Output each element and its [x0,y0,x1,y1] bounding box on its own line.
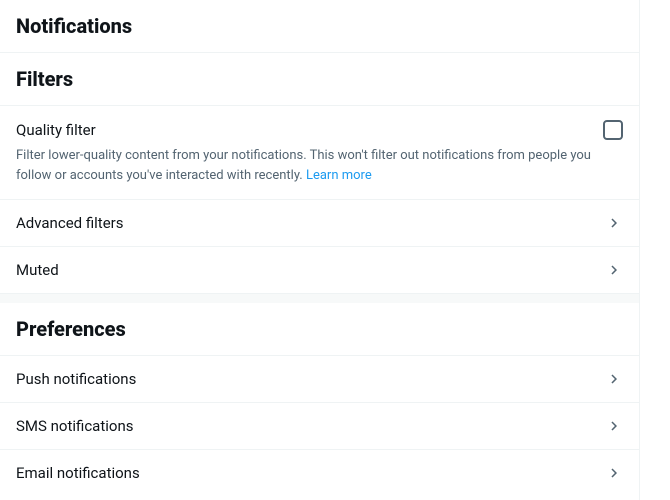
section-gap [0,293,639,303]
quality-filter-checkbox[interactable] [603,120,623,140]
chevron-right-icon [605,214,623,232]
muted-nav[interactable]: Muted [0,246,639,293]
push-notifications-nav[interactable]: Push notifications [0,355,639,402]
push-notifications-label: Push notifications [16,370,136,388]
sms-notifications-label: SMS notifications [16,417,133,435]
quality-filter-label: Quality filter [16,121,96,139]
learn-more-link[interactable]: Learn more [306,168,372,183]
quality-filter-row: Quality filter [16,120,623,140]
chevron-right-icon [605,261,623,279]
email-notifications-nav[interactable]: Email notifications [0,449,639,496]
advanced-filters-label: Advanced filters [16,214,123,232]
chevron-right-icon [605,464,623,482]
quality-filter-description-text: Filter lower-quality content from your n… [16,148,591,183]
advanced-filters-nav[interactable]: Advanced filters [0,199,639,246]
quality-filter-description: Filter lower-quality content from your n… [16,146,623,185]
email-notifications-label: Email notifications [16,464,140,482]
filters-header: Filters [0,53,639,105]
muted-label: Muted [16,261,59,279]
page-title: Notifications [0,0,639,52]
sms-notifications-nav[interactable]: SMS notifications [0,402,639,449]
preferences-header: Preferences [0,303,639,355]
chevron-right-icon [605,417,623,435]
settings-panel: Notifications Filters Quality filter Fil… [0,0,640,500]
chevron-right-icon [605,370,623,388]
quality-filter-setting: Quality filter Filter lower-quality cont… [0,105,639,199]
